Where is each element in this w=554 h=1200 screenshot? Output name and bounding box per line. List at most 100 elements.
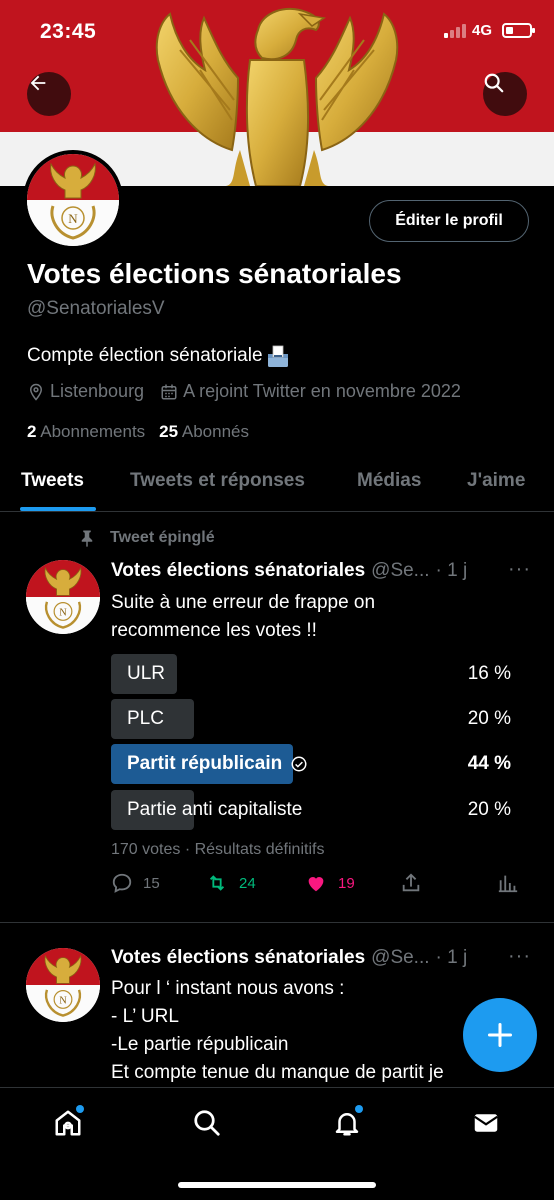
heart-icon [308, 877, 324, 892]
reply-icon [112, 873, 132, 893]
compose-tweet-button[interactable] [463, 998, 537, 1072]
joined-item: A rejoint Twitter en novembre 2022 [160, 381, 461, 402]
signal-icon [443, 23, 466, 38]
search-button[interactable] [483, 72, 527, 116]
like-count: 19 [338, 874, 355, 892]
nav-home[interactable] [48, 1103, 88, 1143]
location-text: Listenbourg [50, 381, 145, 401]
poll-option-percent: 44 % [467, 753, 511, 774]
tweet-avatar[interactable]: N [26, 560, 100, 634]
search-icon [484, 73, 504, 93]
like-button[interactable]: 19 [304, 872, 355, 894]
follow-counts: 2 Abonnements 25 Abonnés [27, 422, 249, 442]
more-options-icon[interactable]: ··· [508, 558, 531, 581]
tweet-text: Suite à une erreur de frappe on recommen… [111, 589, 375, 645]
plus-icon [487, 1022, 513, 1048]
home-indicator [178, 1182, 376, 1188]
avatar-letter: N [68, 211, 78, 226]
edit-profile-button[interactable]: Éditer le profil [369, 200, 529, 242]
tweet-text: Pour l ‘ instant nous avons : - L’ URL -… [111, 975, 444, 1087]
poll-option-percent: 16 % [467, 663, 511, 684]
reply-count: 15 [143, 874, 160, 892]
status-icons: 4G [443, 22, 535, 39]
profile-avatar[interactable]: N [23, 150, 123, 250]
poll-option-percent: 20 % [467, 799, 511, 820]
tweet-author-handle: @Se... [371, 947, 430, 968]
followers-link[interactable]: 25 Abonnés [159, 422, 249, 442]
tweet-text-line: -Le partie républicain [111, 1034, 289, 1055]
tweet-text-line: Et compte tenue du manque de partit je [111, 1062, 444, 1083]
tab-media[interactable]: Médias [357, 470, 421, 492]
joined-text: A rejoint Twitter en novembre 2022 [183, 381, 461, 401]
poll-option: ULR 16 % [111, 654, 513, 694]
avatar-letter: N [59, 608, 67, 619]
mail-icon [474, 1114, 498, 1132]
nav-messages[interactable] [466, 1103, 506, 1143]
analytics-button[interactable] [497, 872, 519, 894]
eagle-avatar-image: N [26, 560, 100, 634]
poll-option-label: Partie anti capitaliste [127, 799, 303, 820]
status-time: 23:45 [40, 20, 97, 43]
reply-button[interactable]: 15 [111, 872, 160, 894]
following-link[interactable]: 2 Abonnements [27, 422, 145, 442]
network-label: 4G [471, 22, 492, 39]
profile-meta: Listenbourg A rejoint Twitter en novembr… [27, 381, 477, 402]
tweet-time: · 1 j [435, 947, 468, 968]
ballot-box-icon [267, 345, 288, 367]
followers-count: 25 [159, 422, 179, 441]
followers-label: Abonnés [181, 422, 250, 441]
location-pin-icon [29, 383, 43, 401]
retweet-icon [209, 875, 225, 891]
calendar-icon [161, 384, 177, 399]
location-item: Listenbourg [27, 381, 144, 402]
tab-tweets[interactable]: Tweets [21, 470, 84, 492]
pinned-indicator: Tweet épinglé [78, 528, 215, 548]
notification-dot [355, 1105, 363, 1113]
retweet-button[interactable]: 24 [205, 872, 256, 894]
analytics-icon [498, 875, 518, 893]
tweet-text-line: recommence les votes !! [111, 620, 317, 641]
tweet-text-line: - L’ URL [111, 1006, 179, 1027]
tweet-divider [0, 922, 554, 923]
battery-icon [502, 23, 535, 38]
tab-likes[interactable]: J'aime [467, 470, 525, 492]
poll-option: Partie anti capitaliste 20 % [111, 790, 513, 830]
status-bar: 23:45 4G [0, 0, 554, 64]
tweet-time: · 1 j [435, 560, 468, 581]
poll-option: PLC 20 % [111, 699, 513, 739]
share-button[interactable] [400, 872, 422, 894]
pin-icon [81, 530, 93, 547]
back-button[interactable] [27, 72, 71, 116]
following-label: Abonnements [40, 422, 146, 441]
tweet-avatar[interactable]: N [26, 948, 100, 1022]
profile-handle: @SenatorialesV [27, 298, 165, 319]
nav-notifications[interactable] [327, 1103, 367, 1143]
eagle-avatar-image: N [26, 948, 100, 1022]
eagle-avatar-image: N [27, 154, 119, 246]
following-count: 2 [27, 422, 37, 441]
tab-tweets-and-replies[interactable]: Tweets et réponses [130, 470, 305, 492]
retweet-count: 24 [239, 874, 256, 892]
check-circle-icon [291, 756, 307, 772]
tweet-author-name[interactable]: Votes élections sénatoriales [111, 560, 365, 582]
share-icon [402, 873, 420, 892]
poll-option-label: Partit républicain [127, 753, 308, 775]
more-options-icon[interactable]: ··· [508, 945, 531, 968]
tweet-text-line: Suite à une erreur de frappe on [111, 592, 376, 613]
pinned-label: Tweet épinglé [110, 529, 215, 546]
tweet-actions: 15 24 19 [111, 872, 519, 900]
poll-option-percent: 20 % [467, 708, 511, 729]
poll-option-winner: Partit républicain 44 % [111, 744, 513, 784]
poll-option-label: PLC [127, 708, 164, 729]
tweet-header: Votes élections sénatoriales @Se... · 1 … [111, 945, 531, 969]
tweet-text-line: Pour l ‘ instant nous avons : [111, 978, 345, 999]
arrow-left-icon [30, 75, 46, 91]
tweet-author-handle: @Se... [371, 560, 430, 581]
nav-search[interactable] [187, 1103, 227, 1143]
profile-bio: Compte élection sénatoriale [27, 344, 291, 368]
bio-text: Compte élection sénatoriale [27, 345, 263, 366]
tweet-author-name[interactable]: Votes élections sénatoriales [111, 947, 365, 969]
tweet-header: Votes élections sénatoriales @Se... · 1 … [111, 558, 531, 582]
search-icon [194, 1110, 220, 1136]
poll-option-label: ULR [127, 663, 166, 684]
